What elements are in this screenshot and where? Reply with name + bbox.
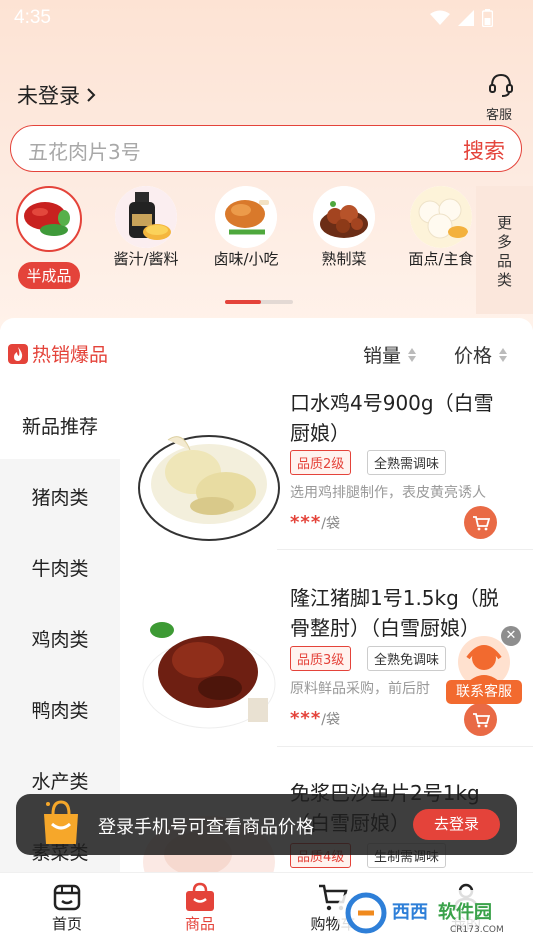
more-categories-button[interactable]: 更多品类 (476, 186, 533, 314)
category-label: 面点/主食 (408, 250, 474, 268)
login-link[interactable]: 未登录 (17, 80, 96, 110)
search-box[interactable]: 五花肉片3号 搜索 (10, 125, 522, 172)
shopping-bag-icon (186, 882, 214, 911)
quality-tag: 品质2级 (290, 450, 352, 475)
watermark-logo: 西西 软件园 CR173.COM (336, 890, 522, 936)
category-row: 半成品 酱汁/酱料 卤味/小吃 熟制菜 面点/主食 (0, 186, 475, 291)
category-sauce[interactable]: 酱汁/酱料 (98, 186, 194, 269)
nav-products[interactable]: 商品 (160, 881, 240, 934)
add-to-cart-button[interactable] (464, 703, 497, 736)
search-input[interactable]: 五花肉片3号 (28, 136, 141, 165)
sidebar-item-seafood[interactable]: 水产类 (0, 767, 120, 794)
product-divider (277, 549, 533, 550)
signal-icon (458, 10, 474, 26)
svg-text:软件园: 软件园 (438, 901, 492, 923)
svg-text:CR173.COM: CR173.COM (450, 925, 504, 935)
product-description: 选用鸡排腿制作，表皮黄亮诱人 (290, 485, 486, 501)
product-image (138, 600, 280, 742)
category-image (410, 186, 472, 248)
sort-price-label: 价格 (454, 345, 493, 367)
more-categories-label: 更多品类 (496, 214, 512, 289)
status-bar: 4:35 (0, 0, 533, 36)
sidebar-item-new[interactable]: 新品推荐 (0, 412, 120, 439)
sidebar-item-duck[interactable]: 鸭肉类 (0, 696, 120, 723)
product-description: 原料鲜品采购，前后肘 (290, 681, 430, 697)
scroll-indicator-thumb (225, 300, 261, 304)
category-pastry-staple[interactable]: 面点/主食 (393, 186, 475, 269)
headset-icon (489, 73, 513, 97)
category-label: 酱汁/酱料 (113, 250, 179, 268)
wifi-icon (430, 10, 450, 25)
login-toast: 登录手机号可查看商品价格 去登录 (16, 794, 517, 855)
sort-by-sales[interactable]: 销量 (363, 341, 417, 368)
hot-sale-title: 热销爆品 (8, 340, 108, 367)
customer-service-button[interactable]: 客服 (485, 72, 517, 123)
cooking-tag: 全熟需调味 (367, 450, 447, 475)
chevron-right-icon (87, 88, 96, 102)
svg-text:西西: 西西 (392, 902, 428, 923)
nav-home[interactable]: 首页 (27, 881, 107, 934)
service-float-label: 联系客服 (446, 680, 522, 704)
category-label: 熟制菜 (321, 250, 367, 268)
price-value: *** (290, 512, 322, 533)
price-value: *** (290, 708, 322, 729)
status-icons (430, 9, 493, 27)
sort-sales-label: 销量 (363, 345, 402, 367)
product-price: ***/袋 (290, 708, 340, 729)
status-time: 4:35 (14, 7, 51, 28)
category-image (16, 186, 82, 252)
shopping-bag-icon (44, 800, 78, 844)
cooking-tag: 全熟免调味 (367, 646, 447, 671)
sort-arrows-icon (408, 347, 417, 362)
hot-sale-bar: 热销爆品 销量 价格 (0, 318, 533, 388)
category-braised-snack[interactable]: 卤味/小吃 (198, 186, 294, 269)
login-text: 未登录 (17, 84, 80, 108)
toast-text: 登录手机号可查看商品价格 (98, 817, 314, 838)
floating-service-button[interactable]: 联系客服 (446, 634, 522, 706)
category-image (215, 186, 277, 248)
site-watermark: 西西 软件园 CR173.COM (336, 888, 522, 938)
price-unit: /袋 (321, 516, 340, 532)
price-unit: /袋 (321, 712, 340, 728)
service-label: 客服 (485, 108, 512, 123)
nav-label: 商品 (184, 915, 215, 933)
sidebar-item-chicken[interactable]: 鸡肉类 (0, 625, 120, 652)
product-image (138, 410, 280, 552)
product-card[interactable]: 口水鸡4号900g（白雪厨娘） 品质2级 全熟需调味 选用鸡排腿制作，表皮黄亮诱… (120, 388, 533, 585)
battery-icon (482, 9, 493, 27)
category-cooked-dishes[interactable]: 熟制菜 (296, 186, 392, 269)
category-label: 半成品 (18, 262, 80, 289)
sort-by-price[interactable]: 价格 (454, 341, 508, 368)
product-name: 口水鸡4号900g（白雪厨娘） (290, 391, 494, 445)
search-button[interactable]: 搜索 (463, 135, 505, 165)
product-price: ***/袋 (290, 512, 340, 533)
sort-arrows-icon (499, 347, 508, 362)
hot-sale-label: 热销爆品 (32, 344, 109, 366)
quality-tag: 品质3级 (290, 646, 352, 671)
sidebar-item-beef[interactable]: 牛肉类 (0, 554, 120, 581)
category-image (313, 186, 375, 248)
home-icon (53, 884, 81, 911)
cart-icon (472, 515, 490, 530)
cart-icon (472, 712, 490, 727)
flame-icon (8, 343, 28, 364)
category-image (115, 186, 177, 248)
category-label: 卤味/小吃 (213, 250, 279, 268)
category-scroll-indicator (225, 300, 293, 304)
add-to-cart-button[interactable] (464, 506, 497, 539)
sidebar-item-pork[interactable]: 猪肉类 (0, 483, 120, 510)
product-divider (277, 746, 533, 747)
category-semi-finished[interactable]: 半成品 (1, 186, 97, 289)
nav-label: 首页 (51, 915, 82, 933)
go-login-button[interactable]: 去登录 (413, 809, 500, 840)
